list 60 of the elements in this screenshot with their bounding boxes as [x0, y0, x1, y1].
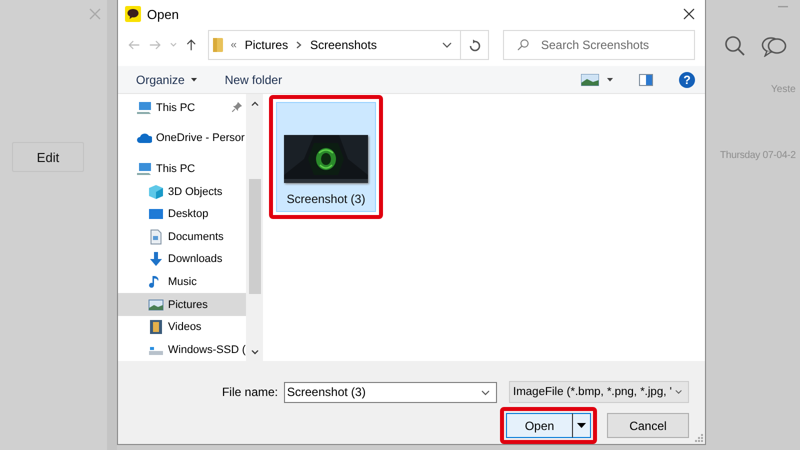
window-title: Open [147, 6, 180, 22]
help-button[interactable]: ? [679, 72, 695, 88]
close-icon[interactable] [683, 8, 695, 20]
resize-grip-icon [695, 434, 703, 442]
scrollbar[interactable] [246, 94, 263, 361]
up-arrow-icon[interactable] [186, 38, 197, 52]
computer-icon [136, 160, 152, 177]
caret-icon[interactable] [607, 78, 613, 82]
scroll-thumb[interactable] [248, 179, 260, 294]
pin-icon[interactable] [232, 102, 242, 112]
download-arrow-icon [148, 251, 164, 268]
caret-icon [190, 78, 197, 82]
field-label: File name: [222, 385, 278, 399]
computer-icon [136, 100, 152, 116]
nav-item[interactable]: Pictures [118, 293, 246, 316]
film-icon [148, 319, 164, 336]
file-item[interactable]: Screenshot (3) [276, 102, 376, 212]
preview-pane-icon[interactable] [639, 74, 653, 86]
nav-item[interactable]: Windows-SSD ( [118, 338, 246, 361]
chevron-down-icon[interactable] [442, 42, 452, 48]
file-name-field[interactable]: Screenshot (3) [284, 382, 497, 402]
cube-icon [148, 184, 164, 200]
file-type-dropdown[interactable]: ImageFile (*.bmp, *.png, *.jpg, ' [509, 381, 689, 403]
caret-icon [577, 423, 586, 428]
nav-item[interactable]: Music [118, 270, 246, 294]
document-icon [148, 228, 164, 245]
open-button[interactable]: Open [506, 413, 572, 438]
nav-item[interactable]: Videos [118, 316, 246, 338]
image-icon [148, 296, 164, 313]
date-label: Yeste [771, 84, 796, 95]
nav-item[interactable]: Desktop [118, 202, 246, 226]
cancel-button[interactable]: Cancel [607, 413, 689, 438]
overflow-glyph[interactable]: « [230, 39, 237, 52]
address-bar[interactable]: « Pictures Screenshots [208, 30, 462, 60]
nav-item[interactable]: 3D Objects [118, 180, 246, 203]
new-folder-button[interactable]: New folder [220, 72, 288, 87]
chevron-down-icon[interactable] [481, 390, 490, 396]
folder-icon [212, 38, 223, 52]
nav-item[interactable]: This PC [118, 158, 246, 180]
edit-button[interactable]: Edit [12, 142, 84, 172]
nav-item[interactable]: This PC [118, 96, 246, 120]
date-label: Thursday 07-04-2 [720, 150, 796, 161]
refresh-button[interactable] [461, 30, 489, 60]
breadcrumb[interactable]: Pictures [244, 38, 288, 52]
scroll-down-icon[interactable] [250, 350, 258, 355]
scroll-up-icon[interactable] [250, 101, 258, 106]
chevron-right-icon [296, 41, 302, 50]
chat-icon[interactable] [761, 35, 787, 57]
nav-item[interactable]: OneDrive - Persor [118, 127, 246, 150]
chat-bubble-icon [125, 6, 141, 22]
refresh-icon [468, 38, 481, 52]
organize-menu[interactable]: Organize [132, 72, 203, 87]
dropdown-button[interactable] [572, 413, 591, 438]
nav-item[interactable]: Downloads [118, 248, 246, 271]
search-field[interactable]: Search Screenshots [502, 30, 695, 60]
chevron-down-icon [674, 389, 682, 395]
image-view-icon[interactable] [581, 74, 599, 86]
nav-item[interactable]: Documents [118, 225, 246, 248]
breadcrumb[interactable]: Screenshots [310, 38, 377, 52]
search-icon[interactable] [724, 35, 746, 57]
